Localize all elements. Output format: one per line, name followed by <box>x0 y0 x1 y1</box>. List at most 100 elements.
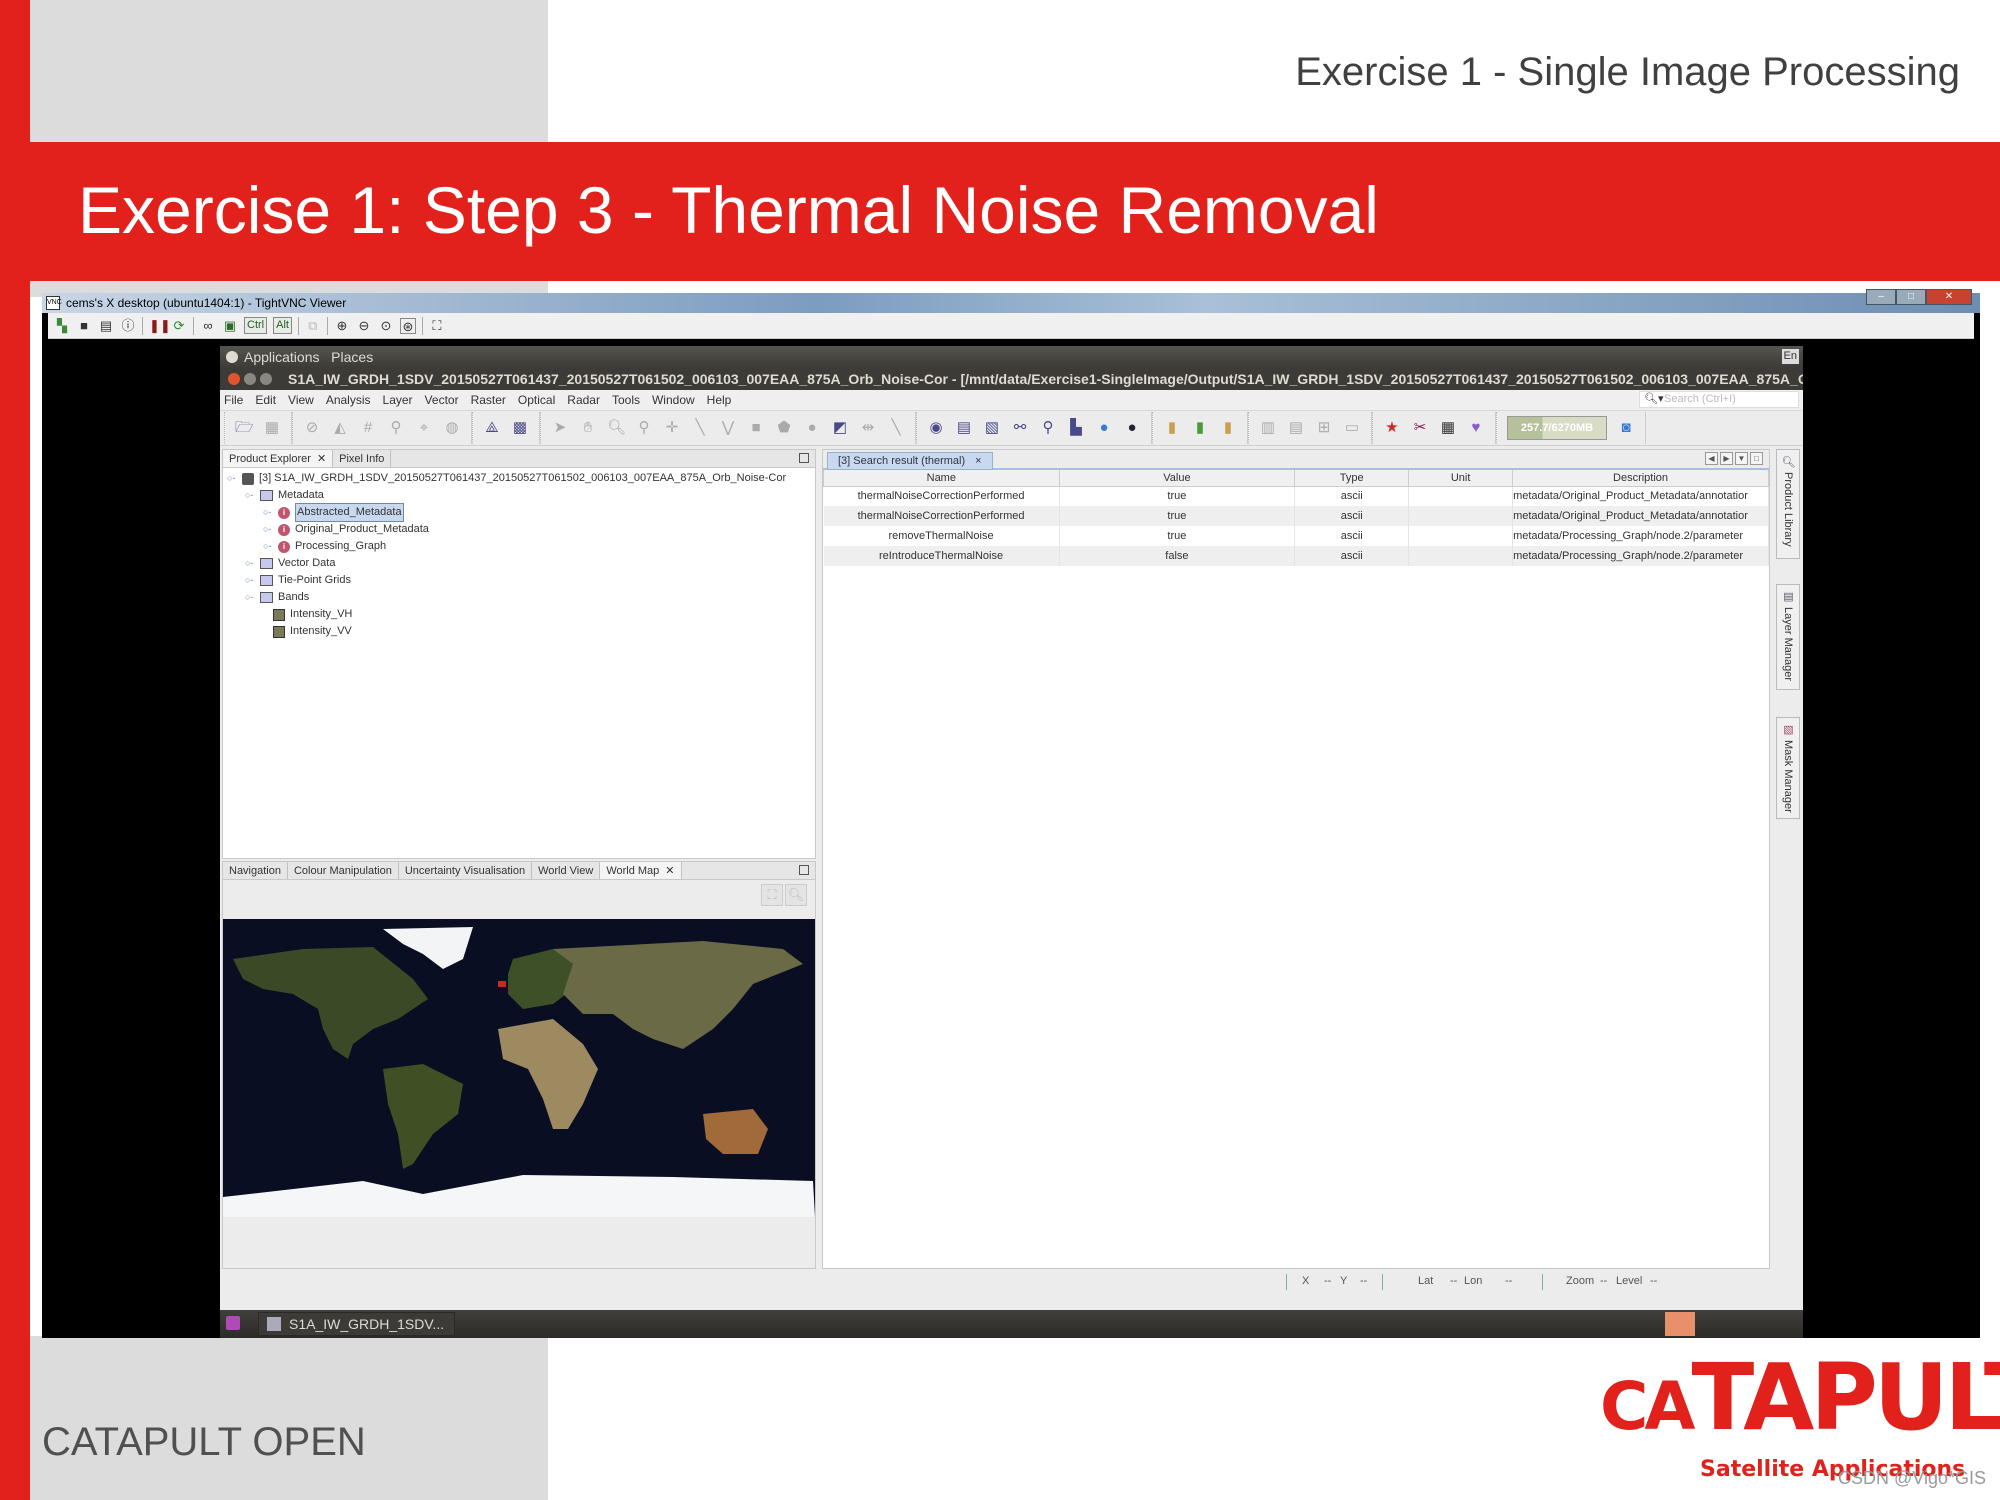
window-close-button[interactable] <box>228 373 240 385</box>
statistics-icon[interactable]: ● <box>1095 419 1113 437</box>
collapse-icon[interactable]: ○- <box>227 470 237 487</box>
magic-wand-icon[interactable]: ◩ <box>831 419 849 437</box>
batch-processing-icon[interactable]: ▩ <box>511 419 529 437</box>
geocoding-icon[interactable]: ▧ <box>983 419 1001 437</box>
pan-tool-icon[interactable]: ✋︎ <box>579 419 597 437</box>
menu-edit[interactable]: Edit <box>255 390 276 410</box>
range-finder-icon[interactable]: ⇹ <box>859 419 877 437</box>
tree-metadata-item[interactable]: ○- i Original_Product_Metadata <box>227 521 811 538</box>
menu-analysis[interactable]: Analysis <box>326 390 371 410</box>
save-product-icon[interactable]: ▦ <box>263 419 281 437</box>
menu-optical[interactable]: Optical <box>518 390 555 410</box>
workspace-switcher[interactable] <box>1665 1312 1695 1336</box>
menu-radar[interactable]: Radar <box>567 390 600 410</box>
gcp-placing-icon[interactable]: ✛ <box>663 419 681 437</box>
graph-builder-icon[interactable]: ⟁ <box>483 419 501 437</box>
select-tool-icon[interactable]: ➤ <box>551 419 569 437</box>
collapse-icon[interactable]: ○- <box>245 589 255 606</box>
tree-band[interactable]: Intensity_VV <box>227 623 811 640</box>
taskbar-item-snap[interactable]: S1A_IW_GRDH_1SDV... <box>258 1312 456 1336</box>
menu-window[interactable]: Window <box>652 390 695 410</box>
sync-views-icon[interactable]: ▮ <box>1163 419 1181 437</box>
side-tab-product-library[interactable]: 🔍︎ Product Library <box>1776 449 1800 559</box>
pin-icon[interactable]: ⚲ <box>387 419 405 437</box>
gcp-manager-icon[interactable]: ⚯ <box>1011 419 1029 437</box>
menu-raster[interactable]: Raster <box>471 390 506 410</box>
tree-band[interactable]: Intensity_VH <box>227 606 811 623</box>
tree-metadata-item[interactable]: ○- i Abstracted_Metadata <box>227 503 811 522</box>
applications-menu[interactable]: Applications <box>244 349 320 365</box>
info-icon[interactable]: ⓘ <box>120 318 136 334</box>
histogram-icon[interactable]: ▙ <box>1067 419 1085 437</box>
previous-tab-icon[interactable]: ◀ <box>1705 452 1718 465</box>
tile-vertical-icon[interactable]: ▤ <box>1287 419 1305 437</box>
tree-metadata[interactable]: ○- Metadata <box>227 487 811 504</box>
menu-file[interactable]: File <box>224 390 243 410</box>
save-icon[interactable]: ■ <box>76 318 92 334</box>
alt-key-button[interactable]: Alt <box>273 317 292 334</box>
expand-icon[interactable]: ○- <box>263 504 273 521</box>
pin-placing-icon[interactable]: ⚲ <box>635 419 653 437</box>
window-minimize-button[interactable] <box>244 373 256 385</box>
zoom-in-icon[interactable]: ⊕ <box>334 318 350 334</box>
places-menu[interactable]: Places <box>331 349 373 365</box>
zoom-auto-icon[interactable]: ⊛ <box>399 317 416 334</box>
memory-usage-indicator[interactable]: 257.7/6270MB <box>1507 416 1607 440</box>
pin-manager-icon[interactable]: ⚲ <box>1039 419 1057 437</box>
ctrl-key-button[interactable]: Ctrl <box>244 317 268 334</box>
minimize-panel-icon[interactable] <box>799 865 809 875</box>
tree-bands[interactable]: ○- Bands <box>227 589 811 606</box>
column-header-name[interactable]: Name <box>823 470 1060 487</box>
menu-tools[interactable]: Tools <box>612 390 640 410</box>
zoom-to-product-icon[interactable]: 🔍︎ <box>785 884 807 906</box>
column-header-description[interactable]: Description <box>1512 470 1769 487</box>
tab-world-view[interactable]: World View <box>532 862 601 879</box>
zoom-all-icon[interactable]: ⛶ <box>761 884 783 906</box>
zoom-out-icon[interactable]: ⊖ <box>356 318 372 334</box>
sync-cursor-icon[interactable]: ▮ <box>1191 419 1209 437</box>
ctrl-alt-del-icon[interactable]: ▣ <box>222 318 238 334</box>
table-row[interactable]: removeThermalNoise true ascii metadata/P… <box>823 526 1769 546</box>
star-tool-icon[interactable]: ★ <box>1383 419 1401 437</box>
maximize-button[interactable]: □ <box>1896 289 1926 305</box>
expand-icon[interactable]: ○- <box>263 538 273 555</box>
minimize-panel-icon[interactable] <box>799 453 809 463</box>
column-header-unit[interactable]: Unit <box>1408 470 1514 487</box>
tree-product[interactable]: ○- [3] S1A_IW_GRDH_1SDV_20150527T061437_… <box>227 470 811 487</box>
next-tab-icon[interactable]: ▶ <box>1720 452 1733 465</box>
measure-icon[interactable]: ╲ <box>887 419 905 437</box>
close-tab-icon[interactable]: × <box>975 455 981 467</box>
information-icon[interactable]: ◉ <box>927 419 945 437</box>
expand-icon[interactable]: ○- <box>245 572 255 589</box>
minimize-button[interactable]: – <box>1866 289 1896 305</box>
column-header-value[interactable]: Value <box>1058 470 1296 487</box>
band-maths-icon[interactable]: ◭ <box>331 419 349 437</box>
column-header-type[interactable]: Type <box>1294 470 1410 487</box>
tree-tie-point-grids[interactable]: ○- Tie-Point Grids <box>227 572 811 589</box>
gcp-icon[interactable]: ⌖ <box>415 419 433 437</box>
show-desktop-icon[interactable] <box>226 1316 240 1330</box>
table-row[interactable]: reIntroduceThermalNoise false ascii meta… <box>823 546 1769 566</box>
menu-vector[interactable]: Vector <box>425 390 459 410</box>
close-button[interactable]: ✕ <box>1926 289 1972 305</box>
keyboard-indicator[interactable]: En <box>1781 349 1799 364</box>
sync-overlay-icon[interactable]: ▮ <box>1219 419 1237 437</box>
menu-layer[interactable]: Layer <box>383 390 413 410</box>
expand-icon[interactable]: ○- <box>245 555 255 572</box>
tile-grid-icon[interactable]: ⊞ <box>1315 419 1333 437</box>
polyline-tool-icon[interactable]: ⋁ <box>719 419 737 437</box>
rgb-icon[interactable]: ♥ <box>1467 419 1485 437</box>
tab-search-result[interactable]: [3] Search result (thermal) × <box>827 452 993 470</box>
line-tool-icon[interactable]: ╲ <box>691 419 709 437</box>
search-input[interactable]: 🔍︎▾ Search (Ctrl+I) <box>1639 391 1799 408</box>
maximize-window-icon[interactable]: □ <box>1750 452 1763 465</box>
tab-colour-manipulation[interactable]: Colour Manipulation <box>288 862 399 879</box>
subset-icon[interactable]: ✂ <box>1411 419 1429 437</box>
tab-world-map[interactable]: World Map ✕ <box>600 862 682 879</box>
tab-navigation[interactable]: Navigation <box>223 862 288 879</box>
graticule-icon[interactable]: # <box>359 419 377 437</box>
new-connection-icon[interactable]: ▚ <box>54 318 70 334</box>
no-data-icon[interactable]: ⊘ <box>303 419 321 437</box>
world-overlay-icon[interactable]: ◍ <box>443 419 461 437</box>
options-icon[interactable]: ▤ <box>98 318 114 334</box>
